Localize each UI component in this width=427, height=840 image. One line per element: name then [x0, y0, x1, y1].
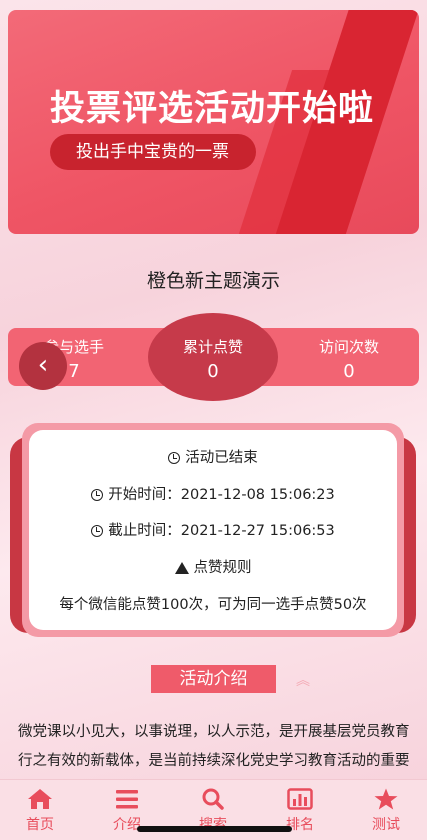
end-time: 2021-12-27 15:06:53 — [180, 523, 335, 539]
stat-value: 0 — [343, 361, 355, 382]
intro-heading: 活动介绍 — [151, 665, 276, 693]
tab-label: 测试 — [372, 817, 400, 833]
menu-icon — [116, 790, 138, 809]
rules-title: 点赞规则 — [193, 560, 252, 576]
tab-test[interactable]: 测试 — [356, 788, 416, 834]
start-label: 开始时间： — [108, 487, 181, 503]
tab-label: 首页 — [26, 817, 54, 833]
stat-value: 0 — [207, 361, 219, 382]
stat-likes: 累计点赞 0 — [153, 336, 273, 382]
rules-title-row: 点赞规则 — [29, 556, 397, 577]
stat-visits: 访问次数 0 — [289, 336, 409, 382]
rules-text: 每个微信能点赞100次，可为同一选手点赞50次 — [59, 597, 367, 613]
chevron-left-icon: ‹ — [37, 350, 49, 380]
chevron-up-icon[interactable]: ︽ — [296, 670, 310, 690]
tab-home[interactable]: 首页 — [10, 788, 70, 834]
start-time-row: 开始时间：2021-12-08 15:06:23 — [29, 483, 397, 504]
end-label: 截止时间： — [108, 523, 181, 539]
clock-icon — [168, 452, 181, 464]
home-indicator — [137, 826, 292, 832]
home-icon — [28, 789, 52, 809]
end-time-row: 截止时间：2021-12-27 15:06:53 — [29, 519, 397, 540]
back-button[interactable]: ‹ — [19, 342, 67, 390]
clock-icon — [91, 489, 104, 501]
warning-icon — [174, 562, 189, 574]
banner-title: 投票评选活动开始啦 — [50, 89, 375, 129]
stat-label: 访问次数 — [318, 338, 379, 356]
banner-subtitle: 投出手中宝贵的一票 — [50, 134, 256, 170]
status-text: 活动已结束 — [185, 450, 258, 466]
stat-label: 累计点赞 — [182, 338, 243, 356]
clock-icon — [91, 525, 104, 537]
star-icon — [374, 788, 398, 810]
start-time: 2021-12-08 15:06:23 — [180, 487, 335, 503]
page-title: 橙色新主题演示 — [146, 270, 280, 292]
info-card: 活动已结束 开始时间：2021-12-08 15:06:23 截止时间：2021… — [29, 430, 397, 630]
search-icon — [202, 788, 224, 810]
status-row: 活动已结束 — [29, 446, 397, 467]
banner: 投票评选活动开始啦 投出手中宝贵的一票 — [8, 10, 419, 234]
bar-chart-icon — [287, 788, 313, 810]
